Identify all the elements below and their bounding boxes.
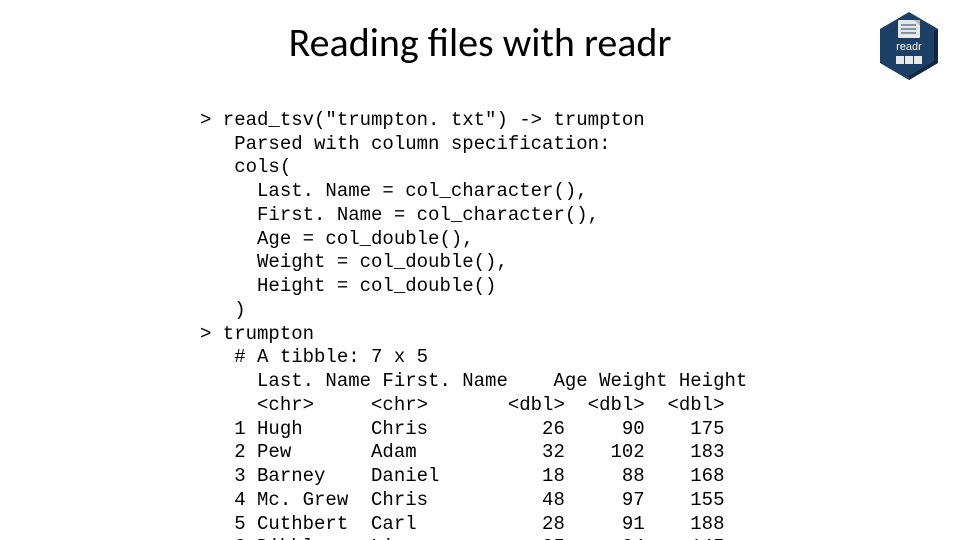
code-line: )	[200, 299, 246, 321]
readr-logo: readr	[878, 10, 940, 82]
code-line: Age = col_double(),	[200, 228, 474, 250]
code-line: 2 Pew Adam 32 102 183	[200, 441, 725, 463]
code-line: <chr> <chr> <dbl> <dbl> <dbl>	[200, 394, 725, 416]
code-line: Parsed with column specification:	[200, 133, 610, 155]
code-line: 6 Dibble Liam 35 94 145	[200, 536, 725, 540]
code-line: 4 Mc. Grew Chris 48 97 155	[200, 489, 725, 511]
code-line: cols(	[200, 156, 291, 178]
code-line: 1 Hugh Chris 26 90 175	[200, 418, 725, 440]
code-line: > trumpton	[200, 323, 314, 345]
code-line: 3 Barney Daniel 18 88 168	[200, 465, 725, 487]
code-line: First. Name = col_character(),	[200, 204, 599, 226]
code-line: Height = col_double()	[200, 275, 496, 297]
logo-label: readr	[896, 41, 922, 53]
slide: Reading files with readr readr > read_ts…	[0, 0, 960, 540]
page-title: Reading files with readr	[0, 18, 960, 67]
code-line: > read_tsv("trumpton. txt") -> trumpton	[200, 109, 645, 131]
code-line: Weight = col_double(),	[200, 251, 508, 273]
code-line: 5 Cuthbert Carl 28 91 188	[200, 513, 725, 535]
code-line: Last. Name First. Name Age Weight Height	[200, 370, 747, 392]
hexagon-icon: readr	[878, 10, 940, 82]
code-line: # A tibble: 7 x 5	[200, 346, 428, 368]
code-block: > read_tsv("trumpton. txt") -> trumpton …	[200, 85, 747, 540]
code-line: Last. Name = col_character(),	[200, 180, 588, 202]
